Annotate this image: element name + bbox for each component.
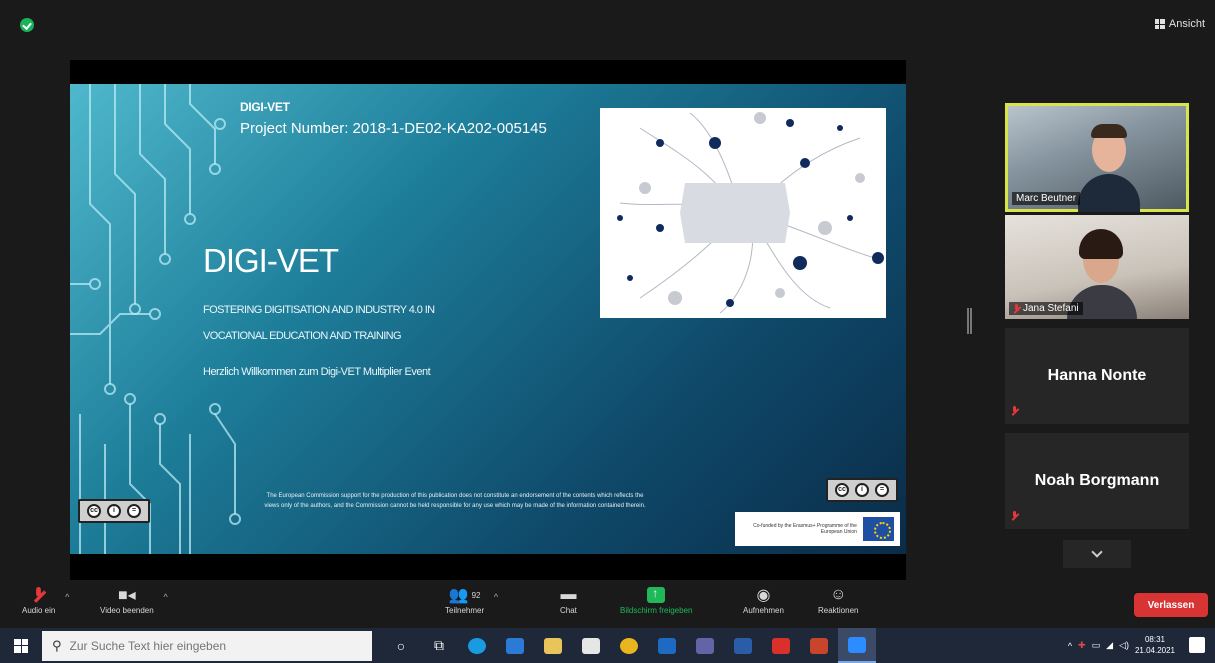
record-icon: ◉ [756,587,771,604]
participant-name-label: Jana Stefani [1009,302,1083,315]
task-view-icon[interactable]: ⧉ [420,628,458,663]
muted-microphone-icon [1011,406,1018,416]
participant-name: Noah Borgmann [1034,472,1160,489]
system-tray: ^ ✚ ▭ ◢ ◁) 08:31 21.04.2021 [1068,628,1175,663]
mail-icon[interactable] [496,628,534,663]
teams-icon[interactable] [686,628,724,663]
share-screen-icon [647,586,666,603]
acrobat-icon[interactable] [762,628,800,663]
view-button-label: Ansicht [1168,18,1205,30]
muted-microphone-icon [35,584,42,606]
muted-microphone-icon [1011,511,1018,521]
zoom-icon[interactable] [838,628,876,663]
chrome-icon[interactable] [610,628,648,663]
record-button[interactable]: ◉ Aufnehmen [743,584,784,615]
show-hidden-icons-chevron-icon[interactable]: ^ [1068,641,1072,651]
smiley-plus-icon: ☺ [830,586,847,603]
antivirus-icon[interactable]: ✚ [1078,640,1086,651]
audio-button[interactable]: Audio ein ^ [22,584,69,615]
participant-name-label: Marc Beutner [1012,192,1081,205]
leave-meeting-button[interactable]: Verlassen [1134,593,1208,617]
action-center-icon[interactable] [1189,637,1205,653]
view-button[interactable]: Ansicht [1154,18,1205,30]
presentation-slide: DIGI-VET Project Number: 2018-1-DE02-KA2… [70,84,906,554]
network-illustration [600,108,886,318]
start-button[interactable] [0,628,42,663]
reactions-button[interactable]: ☺ Reaktionen [818,584,858,615]
slide-title: DIGI-VET [203,242,339,279]
share-screen-button[interactable]: Bildschirm freigeben [620,584,692,615]
participants-options-caret-icon[interactable]: ^ [494,592,498,602]
network-icon[interactable]: ▭ [1092,640,1101,651]
participant-name: Hanna Nonte [1047,367,1147,384]
eu-flag-icon [862,517,894,541]
cc-license-badge-left: cc i = [78,499,150,523]
taskbar-pinned-apps: ○ ⧉ [382,628,876,663]
participant-tile-hanna-nonte[interactable]: Hanna Nonte [1005,328,1189,424]
eu-cofunded-text: Co-funded by the Erasmus+ Programme of t… [753,522,857,536]
slide-subtitle-line2: VOCATIONAL EDUCATION AND TRAINING [203,330,402,342]
participant-tile-jana-stefani[interactable]: Jana Stefani [1005,215,1189,319]
store-icon[interactable] [572,628,610,663]
windows-logo-icon [14,638,28,653]
muted-microphone-icon [1013,303,1020,314]
eu-cofunded-logo: Co-funded by the Erasmus+ Programme of t… [735,512,900,546]
shared-screen[interactable]: DIGI-VET Project Number: 2018-1-DE02-KA2… [70,60,906,582]
chat-bubble-icon: ▬ [560,586,577,603]
eu-disclaimer: The European Commission support for the … [264,493,646,509]
taskbar-search-input[interactable] [69,638,350,653]
powerpoint-icon[interactable] [800,628,838,663]
edge-icon[interactable] [458,628,496,663]
participants-icon: 👥 92 [448,587,481,604]
outlook-icon[interactable] [648,628,686,663]
audio-options-caret-icon[interactable]: ^ [65,592,69,602]
chat-button[interactable]: ▬ Chat [560,584,577,615]
participant-tile-marc-beutner[interactable]: Marc Beutner [1005,103,1189,212]
taskbar-search[interactable]: ⚲ [42,630,372,661]
slide-subtitle-line1: FOSTERING DIGITISATION AND INDUSTRY 4.0 … [203,304,435,316]
cortana-icon[interactable]: ○ [382,628,420,663]
grid-view-icon [1154,19,1165,29]
encryption-shield-icon[interactable] [20,18,34,32]
wifi-icon[interactable]: ◢ [1106,640,1113,651]
project-number: Project Number: 2018-1-DE02-KA202-005145 [240,120,547,137]
zoom-meeting-window: Ansicht DIGI-VET Project Number: 2018-1-… [0,0,1215,663]
slide-welcome-text: Herzlich Willkommen zum Digi-VET Multipl… [203,366,431,378]
search-icon: ⚲ [52,637,62,653]
file-explorer-icon[interactable] [534,628,572,663]
word-icon[interactable] [724,628,762,663]
project-name: DIGI-VET [240,100,290,114]
windows-taskbar: ⚲ ○ ⧉ ^ ✚ ▭ ◢ ◁) 08:31 21.04.20 [0,628,1215,663]
participants-button[interactable]: 👥 92 Teilnehmer ^ [445,584,498,615]
video-camera-icon: ■◂ [117,587,136,604]
taskbar-clock[interactable]: 08:31 21.04.2021 [1135,635,1175,656]
chevron-down-icon [1091,546,1103,558]
video-options-caret-icon[interactable]: ^ [163,592,167,602]
volume-icon[interactable]: ◁) [1119,640,1129,651]
cc-license-badge-right: cc i = [826,478,898,502]
video-button[interactable]: ■◂ Video beenden ^ [100,584,168,615]
meeting-toolbar: Audio ein ^ ■◂ Video beenden ^ 👥 92 Teiln… [0,580,1215,628]
panel-resize-handle[interactable] [967,308,972,334]
participants-scroll-down-button[interactable] [1063,540,1131,568]
participant-tile-noah-borgmann[interactable]: Noah Borgmann [1005,433,1189,529]
